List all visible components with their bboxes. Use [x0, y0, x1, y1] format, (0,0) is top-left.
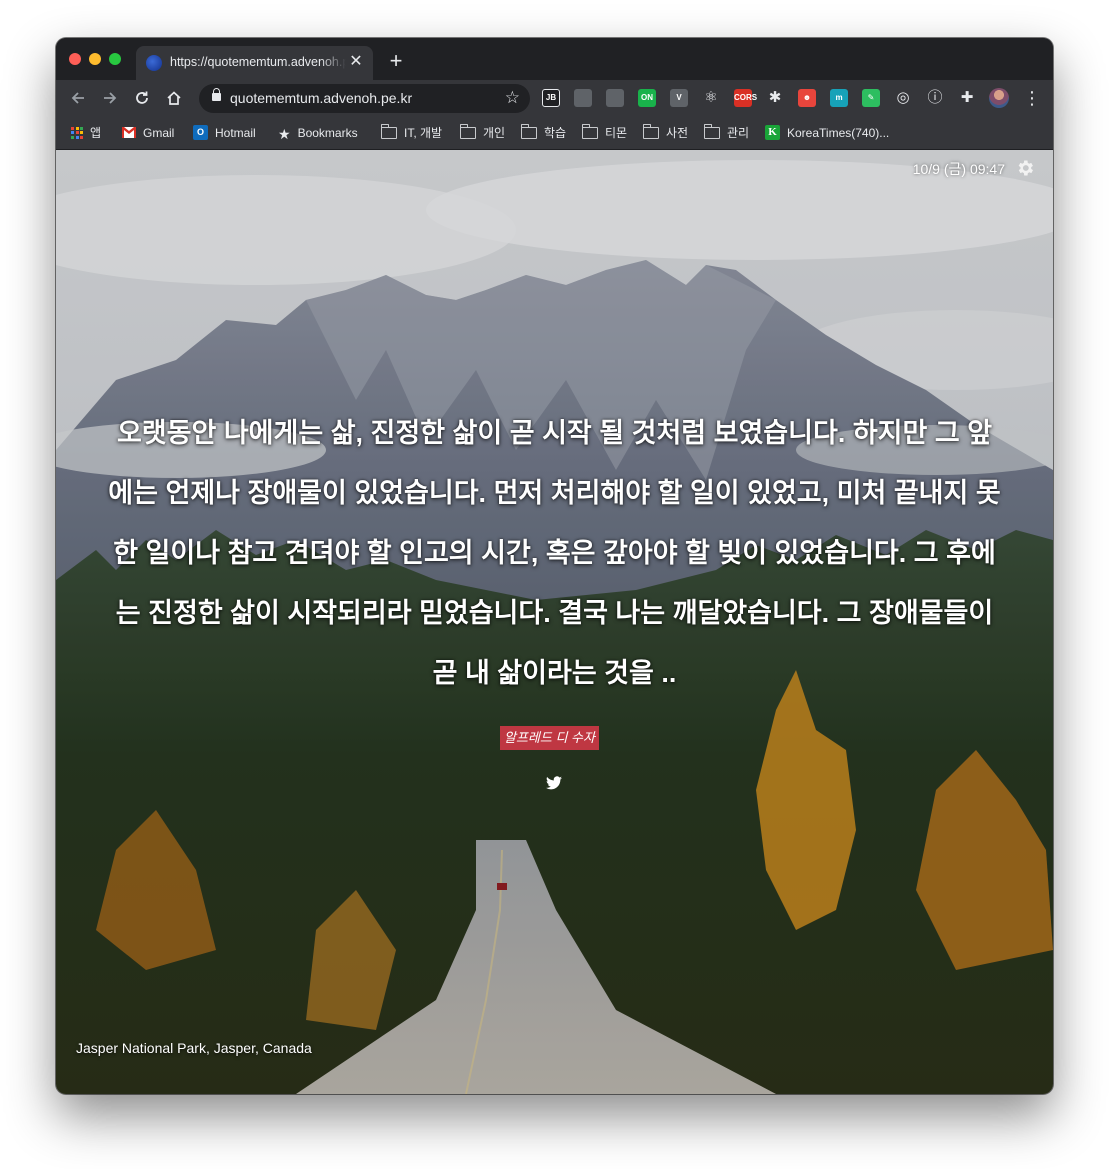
minimize-window-button[interactable] [89, 53, 101, 65]
outlook-icon: O [193, 125, 208, 141]
bookmark-label: Bookmarks [297, 126, 358, 140]
cors-icon[interactable]: CORS [734, 89, 757, 107]
bookmark-folder-manage[interactable]: 관리 [703, 123, 750, 143]
new-tab-button[interactable]: + [386, 50, 406, 72]
gear-icon[interactable] [1015, 158, 1035, 178]
bookmark-label: Hotmail [215, 126, 256, 140]
bookmark-hotmail[interactable]: O Hotmail [193, 123, 256, 143]
folder-icon [380, 123, 397, 139]
info-icon[interactable]: ⓘ [926, 89, 944, 107]
folder-icon [642, 123, 659, 139]
bookmark-label: 앱 [90, 126, 102, 140]
folder-icon [703, 123, 720, 139]
lock-icon[interactable] [212, 88, 221, 101]
m-icon[interactable]: m [830, 89, 848, 107]
folder-icon [520, 123, 537, 139]
bookmark-folder-it[interactable]: IT, 개발 [380, 123, 443, 143]
bookmark-folder-study[interactable]: 학습 [520, 123, 567, 143]
reload-icon [136, 91, 148, 104]
maximize-window-button[interactable] [109, 53, 121, 65]
datetime-label: 10/9 (금) 09:47 [912, 161, 1005, 177]
apps-grid-icon [71, 126, 83, 139]
back-button[interactable] [65, 86, 91, 110]
home-button[interactable] [161, 86, 187, 110]
naver-on-icon[interactable]: ON [638, 89, 656, 107]
reload-button[interactable] [129, 86, 155, 110]
page-viewport: 10/9 (금) 09:47 오랫동안 나에게는 삶, 진정한 삶이 곧 시작 … [56, 150, 1053, 1094]
bookmark-label: 사전 [666, 126, 689, 140]
bookmark-koreatimes[interactable]: K KoreaTimes(740)... [765, 123, 889, 143]
office-icon[interactable] [574, 89, 592, 107]
bookmark-label: KoreaTimes(740)... [787, 126, 890, 140]
bookmark-folder-tmon[interactable]: 티몬 [581, 123, 628, 143]
drive-icon[interactable] [606, 89, 624, 107]
photo-location-label: Jasper National Park, Jasper, Canada [76, 1040, 312, 1056]
title-bar: https://quotememtum.advenoh.pe.kr ✕ + [56, 38, 1053, 80]
target-icon[interactable]: ◎ [894, 89, 912, 107]
home-icon [167, 91, 181, 105]
react-icon[interactable]: ⚛ [702, 89, 720, 107]
bookmarks-bar: 앱 Gmail O Hotmail ★ Bookmarks IT, 개발 개인 학습… [56, 117, 1053, 150]
bookmark-label: Gmail [143, 126, 175, 140]
bookmark-star-icon[interactable]: ☆ [505, 88, 520, 108]
close-window-button[interactable] [69, 53, 81, 65]
evernote-icon[interactable]: ✎ [862, 89, 880, 107]
menu-kebab-icon[interactable]: ⋮ [1023, 88, 1041, 108]
twitter-icon[interactable] [546, 776, 562, 790]
gmail-icon [122, 127, 136, 139]
arrow-left-icon [71, 92, 84, 104]
browser-tab[interactable]: https://quotememtum.advenoh.pe.kr ✕ [136, 46, 373, 80]
puzzle-icon[interactable]: ✚ [958, 89, 976, 107]
bookmark-bookmarks[interactable]: ★ Bookmarks [278, 123, 358, 143]
asterisk-icon[interactable]: ✱ [766, 89, 784, 107]
browser-window: https://quotememtum.advenoh.pe.kr ✕ + qu… [56, 38, 1053, 1094]
forward-button[interactable] [97, 86, 123, 110]
tab-title: https://quotememtum.advenoh.pe.kr [170, 55, 346, 69]
bookmark-label: 학습 [544, 126, 567, 140]
bookmark-apps[interactable]: 앱 [71, 123, 101, 143]
arrow-right-icon [104, 92, 117, 104]
jb-icon[interactable]: JB [542, 89, 560, 107]
bookmark-label: 개인 [483, 126, 506, 140]
star-icon: ★ [278, 125, 291, 142]
bookmark-folder-dictionary[interactable]: 사전 [642, 123, 689, 143]
url-text[interactable]: quotememtum.advenoh.pe.kr [230, 90, 412, 106]
site-favicon-icon [146, 55, 162, 71]
tab-close-icon[interactable]: ✕ [347, 53, 365, 71]
folder-icon [459, 123, 476, 139]
profile-avatar[interactable] [989, 88, 1009, 108]
robot-icon[interactable]: ☻ [798, 89, 816, 107]
folder-icon [581, 123, 598, 139]
bookmark-label: 티몬 [605, 126, 628, 140]
author-badge[interactable]: 알프레드 디 수자 [500, 726, 599, 750]
vue-icon[interactable]: V [670, 89, 688, 107]
koreatimes-icon: K [765, 125, 780, 141]
bookmark-label: 관리 [727, 126, 750, 140]
quote-text: 오랫동안 나에게는 삶, 진정한 삶이 곧 시작 될 것처럼 보였습니다. 하지… [108, 418, 1001, 688]
bookmark-label: IT, 개발 [404, 126, 443, 140]
address-bar[interactable]: quotememtum.advenoh.pe.kr ☆ [199, 84, 530, 113]
bookmark-gmail[interactable]: Gmail [122, 123, 174, 143]
bookmark-folder-personal[interactable]: 개인 [459, 123, 506, 143]
toolbar: quotememtum.advenoh.pe.kr ☆ JB ON V ⚛ CORS ✱ ☻… [56, 80, 1053, 117]
